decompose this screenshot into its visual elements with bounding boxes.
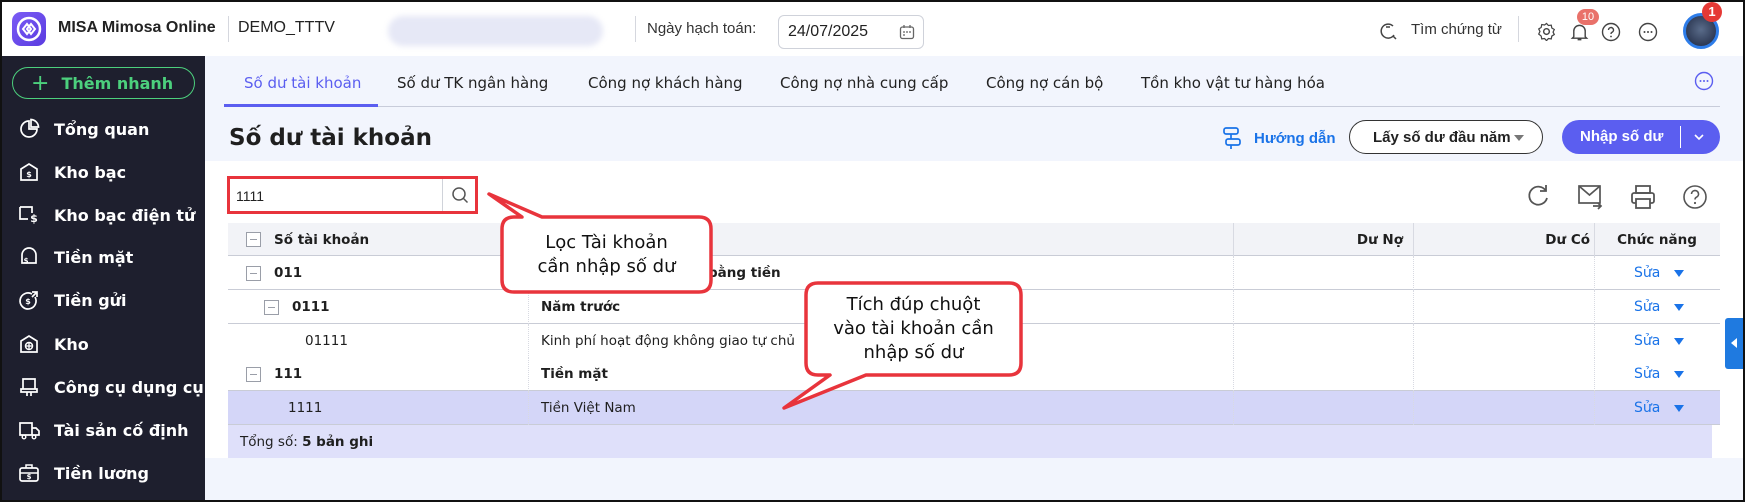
callout-filter-text: Lọc Tài khoản cần nhập số dư xyxy=(537,232,676,277)
annotation-callouts xyxy=(487,192,1023,410)
callout-double-click-text: Tích đúp chuột vào tài khoản cần nhập số… xyxy=(833,294,994,363)
